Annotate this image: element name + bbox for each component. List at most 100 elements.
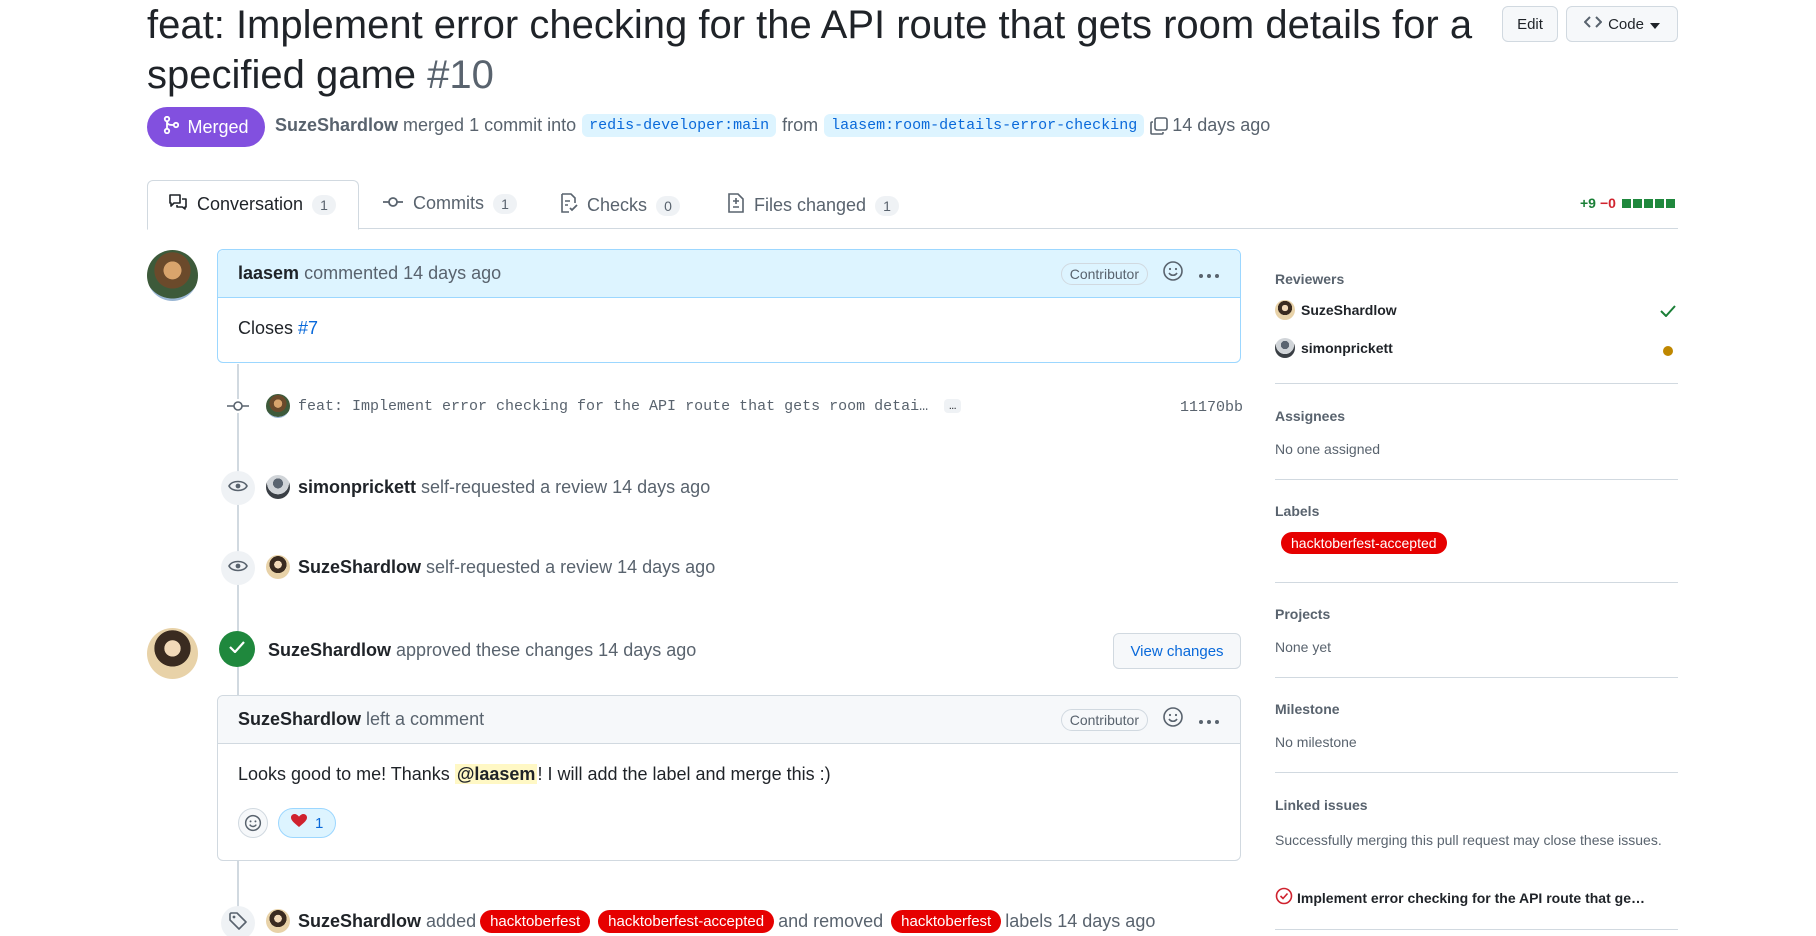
- pr-title-text: feat: Implement error checking for the A…: [147, 3, 1473, 97]
- tab-conversation-label: Conversation: [197, 194, 304, 214]
- reviewer-name: simonprickett: [1301, 340, 1393, 356]
- linked-issues-heading[interactable]: Linked issues: [1275, 797, 1368, 813]
- label-hacktoberfest-accepted[interactable]: hacktoberfest-accepted: [598, 909, 775, 933]
- issue-link[interactable]: #7: [298, 318, 318, 338]
- diffstat-blocks: [1620, 195, 1675, 211]
- comment-author[interactable]: SuzeShardlow: [238, 709, 361, 730]
- tabs-divider: [147, 228, 1678, 229]
- base-branch[interactable]: redis-developer:main: [582, 114, 777, 137]
- view-changes-button[interactable]: View changes: [1113, 633, 1241, 669]
- event-author[interactable]: SuzeShardlow: [298, 911, 421, 932]
- commit-sha[interactable]: 11170bb: [1180, 399, 1243, 416]
- opening-comment-header: laasem commented 14 days ago Contributor: [218, 250, 1240, 298]
- merge-text: merged 1 commit into: [403, 115, 577, 135]
- comment-action: left a comment: [366, 709, 485, 729]
- git-commit-icon: [382, 193, 404, 214]
- eye-icon: [228, 559, 248, 578]
- label-hacktoberfest-removed[interactable]: hacktoberfest: [891, 909, 1002, 933]
- heart-reaction-button[interactable]: 1: [278, 808, 337, 838]
- reviewer-name: SuzeShardlow: [1301, 302, 1397, 318]
- user-mention[interactable]: @laasem: [454, 764, 538, 784]
- opening-comment: laasem commented 14 days ago Contributor…: [217, 249, 1241, 363]
- smiley-icon[interactable]: [1162, 260, 1184, 287]
- add-reaction-button[interactable]: [238, 808, 268, 838]
- diffstat-block: [1621, 199, 1631, 208]
- tab-checks-label: Checks: [587, 195, 648, 215]
- assignees-heading[interactable]: Assignees: [1275, 408, 1345, 424]
- comment-author[interactable]: laasem: [238, 263, 299, 284]
- comment-discussion-icon: [168, 193, 188, 216]
- reviewer-suzeshardlow[interactable]: SuzeShardlow: [1275, 300, 1397, 320]
- commit-expand-button[interactable]: …: [944, 399, 962, 413]
- caret-down-icon: [1649, 16, 1660, 33]
- event-text: self-requested a review 14 days ago: [426, 556, 716, 577]
- linked-issues-text: Successfully merging this pull request m…: [1275, 832, 1662, 848]
- simonprickett-avatar[interactable]: [266, 475, 290, 499]
- suzeshardlow-avatar[interactable]: [266, 909, 290, 933]
- tab-files-changed-count: 1: [875, 195, 900, 216]
- event-text: self-requested a review 14 days ago: [421, 476, 711, 497]
- event-author[interactable]: SuzeShardlow: [298, 557, 421, 578]
- kebab-horizontal-icon[interactable]: [1198, 263, 1220, 284]
- merge-time: 14 days ago: [1172, 115, 1271, 135]
- linked-issue-title: Implement error checking for the API rou…: [1297, 889, 1645, 906]
- head-branch[interactable]: laasem:room-details-error-checking: [824, 114, 1145, 137]
- milestone-heading[interactable]: Milestone: [1275, 701, 1340, 717]
- tab-files-changed[interactable]: Files changed 1: [727, 193, 900, 218]
- file-diff-icon: [727, 193, 745, 218]
- tab-checks[interactable]: Checks 0: [560, 193, 681, 218]
- tab-checks-count: 0: [656, 195, 681, 216]
- diffstat-deletions: −0: [1599, 195, 1616, 211]
- review-comment-body: Looks good to me! Thanks @laasem! I will…: [218, 744, 1240, 803]
- tab-conversation[interactable]: Conversation 1: [168, 193, 337, 216]
- sidebar-divider: [1275, 479, 1678, 480]
- suzeshardlow-large-avatar[interactable]: [147, 628, 198, 679]
- diffstat-additions: +9: [1580, 195, 1596, 211]
- label-hacktoberfest-accepted[interactable]: hacktoberfest-accepted: [1281, 532, 1447, 554]
- suzeshardlow-avatar[interactable]: [266, 555, 290, 579]
- assignees-text: No one assigned: [1275, 441, 1381, 457]
- review-request-event-2: SuzeShardlow self-requested a review 14 …: [266, 555, 715, 579]
- review-comment-header: SuzeShardlow left a comment Contributor: [218, 696, 1240, 744]
- copy-icon[interactable]: [1150, 116, 1169, 135]
- approver-username[interactable]: SuzeShardlow: [268, 640, 391, 661]
- comment-text-after: ! I will add the label and merge this :): [537, 764, 831, 784]
- commit-message[interactable]: feat: Implement error checking for the A…: [298, 398, 928, 415]
- approval-event: SuzeShardlow approved these changes 14 d…: [268, 640, 696, 661]
- tab-commits[interactable]: Commits 1: [382, 193, 517, 214]
- comment-action: commented 14 days ago: [304, 263, 502, 283]
- commit-author-avatar[interactable]: [266, 394, 290, 418]
- edit-button-label: Edit: [1517, 15, 1543, 33]
- approved-badge: [219, 631, 255, 667]
- approval-text: approved these changes 14 days ago: [396, 640, 697, 660]
- opening-comment-body: Closes #7: [218, 298, 1240, 357]
- label-hacktoberfest-added[interactable]: hacktoberfest: [480, 909, 591, 933]
- linked-issue-item[interactable]: Implement error checking for the API rou…: [1275, 887, 1645, 908]
- sidebar-label[interactable]: hacktoberfest-accepted: [1271, 532, 1457, 554]
- comment-body-text: Closes: [238, 318, 294, 338]
- heart-reaction-count: 1: [315, 814, 324, 832]
- merged-status-label: Merged: [187, 116, 249, 137]
- reviewers-heading[interactable]: Reviewers: [1275, 271, 1344, 287]
- pr-merge-meta: SuzeShardlow merged 1 commit into redis-…: [275, 114, 1270, 137]
- laasem-avatar[interactable]: [147, 250, 198, 301]
- projects-heading[interactable]: Projects: [1275, 606, 1330, 622]
- tab-commits-count: 1: [493, 193, 517, 214]
- review-request-event-1: simonprickett self-requested a review 14…: [266, 475, 710, 499]
- reviewer-simonprickett[interactable]: simonprickett: [1275, 338, 1393, 358]
- git-merge-icon: [163, 115, 180, 139]
- merger-username[interactable]: SuzeShardlow: [275, 115, 398, 136]
- projects-text: None yet: [1275, 639, 1332, 655]
- commit-timeline-icon: [226, 399, 250, 418]
- labels-heading[interactable]: Labels: [1275, 503, 1319, 519]
- event-author[interactable]: simonprickett: [298, 477, 416, 498]
- smiley-icon[interactable]: [1162, 706, 1184, 733]
- code-button[interactable]: Code: [1566, 6, 1678, 42]
- reactions-bar: 1: [238, 808, 337, 838]
- pr-number: #10: [427, 53, 494, 97]
- diffstat-block: [1665, 199, 1675, 208]
- edit-button[interactable]: Edit: [1502, 6, 1558, 42]
- review-comment: SuzeShardlow left a comment Contributor …: [217, 695, 1241, 861]
- sidebar-divider: [1275, 582, 1678, 583]
- kebab-horizontal-icon[interactable]: [1198, 709, 1220, 730]
